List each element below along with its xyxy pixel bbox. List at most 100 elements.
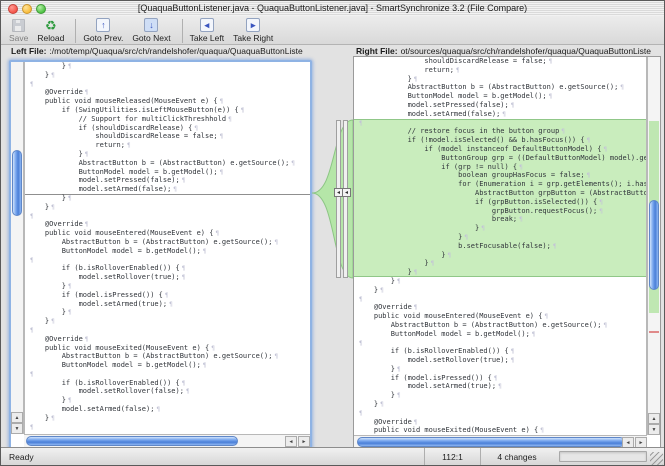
take-right-button[interactable]: ▸ Take Right (233, 18, 273, 43)
code-line: }¶ (25, 194, 310, 203)
take-left-button[interactable]: ◂ Take Left (190, 18, 225, 43)
line-end-marker: ¶ (30, 213, 34, 220)
scroll-right-button[interactable]: ► (298, 436, 310, 447)
line-end-marker: ¶ (397, 278, 401, 285)
code-line: ¶ (25, 326, 310, 335)
scroll-down-button[interactable]: ▼ (648, 424, 660, 435)
left-code-editor[interactable]: }¶ }¶¶ @Override¶ public void mouseRelea… (24, 62, 310, 434)
toolbar-separator (75, 19, 76, 43)
line-end-marker: ¶ (291, 160, 295, 167)
code-line: }¶ (25, 414, 310, 423)
line-end-marker: ¶ (228, 116, 232, 123)
code-line: }¶ (354, 251, 646, 260)
save-icon (12, 18, 25, 32)
line-end-marker: ¶ (51, 318, 55, 325)
code-line: if (SwingUtilities.isLeftMouseButton(e))… (25, 106, 310, 115)
line-end-marker: ¶ (599, 208, 603, 215)
left-horizontal-scrollbar[interactable]: ◄ ► (24, 434, 310, 447)
line-end-marker: ¶ (511, 348, 515, 355)
diff-connector: ◂ ◂ (312, 60, 353, 449)
line-end-marker: ¶ (211, 345, 215, 352)
reload-button[interactable]: ♻ Reload (37, 18, 64, 43)
title-bar[interactable]: [QuaquaButtonListener.java - QuaquaButto… (1, 1, 664, 17)
line-end-marker: ¶ (397, 366, 401, 373)
line-end-marker: ¶ (85, 221, 89, 228)
line-end-marker: ¶ (380, 401, 384, 408)
scrollbar-thumb[interactable] (357, 437, 625, 447)
reload-icon: ♻ (45, 18, 57, 32)
line-end-marker: ¶ (194, 125, 198, 132)
code-line: }¶ (25, 308, 310, 317)
scroll-down-button[interactable]: ▼ (11, 423, 23, 434)
code-line: }¶ (354, 365, 646, 374)
code-line: break;¶ (354, 215, 646, 224)
line-end-marker: ¶ (182, 380, 186, 387)
line-end-marker: ¶ (502, 111, 506, 118)
code-line: }¶ (25, 317, 310, 326)
line-end-marker: ¶ (359, 296, 363, 303)
code-line: if (model instanceof DefaultButtonModel)… (354, 145, 646, 154)
code-line: model.setArmed(false);¶ (25, 185, 310, 194)
save-button[interactable]: Save (9, 18, 28, 43)
right-vertical-scrollbar[interactable]: ▲ ▼ (647, 57, 660, 435)
line-end-marker: ¶ (587, 172, 591, 179)
line-end-marker: ¶ (494, 375, 498, 382)
code-line: }¶ (25, 71, 310, 80)
left-vertical-scrollbar[interactable]: ▲ ▼ (11, 62, 24, 434)
code-line: }¶ (25, 203, 310, 212)
goto-next-button[interactable]: ↓ Goto Next (132, 18, 170, 43)
line-end-marker: ¶ (85, 151, 89, 158)
line-end-marker: ¶ (456, 67, 460, 74)
code-line: ¶ (25, 423, 310, 432)
code-line: model.setArmed(true);¶ (25, 300, 310, 309)
code-line: @Override¶ (354, 303, 646, 312)
scrollbar-thumb[interactable] (649, 200, 659, 290)
line-end-marker: ¶ (274, 353, 278, 360)
status-bar: Ready 112:1 4 changes (1, 447, 664, 465)
toolbar: Save ♻ Reload ↑ Goto Prev. ↓ Goto Next ◂… (1, 16, 664, 45)
line-end-marker: ¶ (498, 383, 502, 390)
line-end-marker: ¶ (220, 133, 224, 140)
code-line: ¶ (354, 339, 646, 348)
app-window: [QuaquaButtonListener.java - QuaquaButto… (0, 0, 665, 466)
code-line: ¶ (354, 409, 646, 418)
line-end-marker: ¶ (68, 195, 72, 202)
code-line: if (model.isPressed()) {¶ (354, 374, 646, 383)
line-end-marker: ¶ (156, 406, 160, 413)
code-line: ButtonModel model = b.getModel();¶ (25, 168, 310, 177)
code-line: @Override¶ (354, 418, 646, 427)
line-end-marker: ¶ (511, 357, 515, 364)
line-end-marker: ¶ (127, 142, 131, 149)
code-line: if (!model.isSelected() && b.hasFocus())… (354, 136, 646, 145)
line-end-marker: ¶ (51, 415, 55, 422)
line-end-marker: ¶ (30, 424, 34, 431)
code-line: }¶ (25, 282, 310, 291)
code-line: ButtonModel model = b.getModel();¶ (354, 92, 646, 101)
scrollbar-thumb[interactable] (12, 150, 22, 216)
scroll-left-button[interactable]: ◄ (285, 436, 297, 447)
resize-grip[interactable] (650, 452, 663, 465)
scroll-up-button[interactable]: ▲ (648, 413, 660, 424)
code-line: @Override¶ (25, 220, 310, 229)
scrollbar-thumb[interactable] (26, 436, 238, 446)
line-end-marker: ¶ (481, 225, 485, 232)
right-editor-pane: shouldDiscardRelease = false;¶ return;¶ … (353, 56, 661, 449)
scroll-up-button[interactable]: ▲ (11, 412, 23, 423)
line-end-marker: ¶ (603, 322, 607, 329)
line-end-marker: ¶ (549, 93, 553, 100)
line-end-marker: ¶ (553, 243, 557, 250)
code-line: }¶ (354, 391, 646, 400)
line-end-marker: ¶ (274, 239, 278, 246)
line-end-marker: ¶ (68, 397, 72, 404)
line-end-marker: ¶ (30, 81, 34, 88)
line-end-marker: ¶ (68, 309, 72, 316)
code-line: ¶ (25, 370, 310, 379)
code-line: ¶ (354, 119, 646, 128)
line-end-marker: ¶ (599, 199, 603, 206)
code-line: b.setFocusable(false);¶ (354, 242, 646, 251)
apply-change-right-button[interactable]: ◂ (342, 188, 351, 197)
goto-prev-button[interactable]: ↑ Goto Prev. (83, 18, 123, 43)
line-end-marker: ¶ (165, 292, 169, 299)
right-code-editor[interactable]: shouldDiscardRelease = false;¶ return;¶ … (354, 57, 647, 435)
line-end-marker: ¶ (587, 137, 591, 144)
